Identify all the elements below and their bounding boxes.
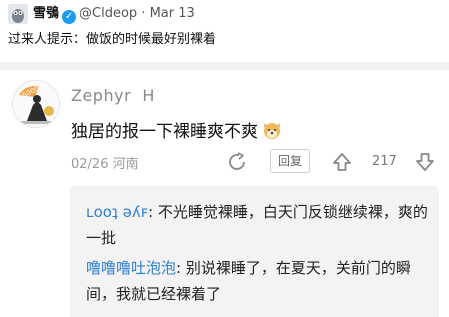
comment-body: 独居的报一下裸睡爽不爽	[71, 122, 258, 142]
reply-username[interactable]: ʟooʇ əʎꜰ	[86, 203, 148, 221]
tweet-text: 过来人提示：做饭的时候最好别裸着	[8, 32, 217, 47]
commenter-avatar[interactable]: 5000天	[12, 80, 60, 128]
replies-box: ʟooʇ əʎꜰ: 不光睡觉裸睡，白天门反锁继续裸，爽的一批 噜噜噜吐泡泡: 别…	[70, 186, 439, 317]
reply-username[interactable]: 噜噜噜吐泡泡	[86, 259, 176, 277]
share-icon[interactable]	[226, 151, 248, 173]
dog-emoji-icon	[264, 123, 280, 139]
commenter-username[interactable]: Zephyr H	[71, 86, 155, 105]
tweet-header: 雪鴞 ✓ @Cldeop · Mar 13	[33, 5, 195, 24]
tweet-avatar[interactable]	[8, 4, 28, 24]
tweet-handle[interactable]: @Cldeop	[79, 6, 137, 21]
reply-separator: :	[176, 259, 186, 277]
reply-button[interactable]: 回复	[270, 149, 310, 173]
comment-date: 02/26	[71, 157, 109, 172]
tweet-author-name[interactable]: 雪鴞	[33, 6, 59, 21]
avatar-image: 5000天	[13, 81, 59, 127]
reply-item[interactable]: ʟooʇ əʎꜰ: 不光睡觉裸睡，白天门反锁继续裸，爽的一批	[86, 199, 431, 251]
reply-item[interactable]: 噜噜噜吐泡泡: 别说裸睡了，在夏天，关前门的瞬间，我就已经裸着了	[86, 255, 431, 307]
comment-meta: 02/26 河南	[71, 153, 139, 172]
verified-icon: ✓	[62, 10, 77, 24]
tweet-date: Mar 13	[149, 6, 195, 21]
comment-location: 河南	[112, 157, 139, 172]
downvote-icon[interactable]	[414, 151, 436, 173]
quoted-tweet: 雪鴞 ✓ @Cldeop · Mar 13 过来人提示：做饭的时候最好别裸着	[0, 0, 449, 62]
upvote-icon[interactable]	[331, 151, 353, 173]
owl-avatar-icon	[8, 4, 28, 24]
tweet-separator: ·	[141, 6, 146, 21]
comment-text: 独居的报一下裸睡爽不爽	[71, 119, 283, 144]
divider	[0, 62, 449, 70]
username-text: Zephyr	[71, 86, 132, 105]
vote-count: 217	[372, 154, 397, 169]
user-level: H	[142, 86, 155, 105]
reply-separator: :	[148, 203, 158, 221]
